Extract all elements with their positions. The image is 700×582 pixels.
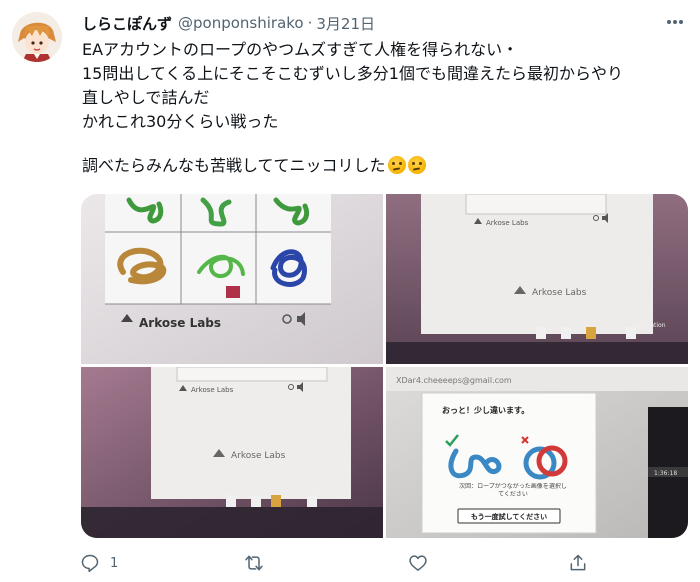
tweet-text: EAアカウントのロープのやつムズすぎて人権を得られない・ 15問出してくる上にそ… <box>82 38 682 178</box>
captcha-note: 次回：ロープがつながった画像を選択してください <box>459 483 567 498</box>
user-handle[interactable]: @ponponshirako <box>178 14 304 32</box>
arkose-labs-label: Arkose Labs <box>139 316 221 330</box>
arkose-labs-label: Arkose Labs <box>231 451 286 461</box>
arkose-labs-small-label: Arkose Labs <box>486 219 529 227</box>
share-button[interactable] <box>568 548 588 578</box>
photo-2[interactable]: Arkose Labs Arkose Labs Application <box>386 194 688 364</box>
retry-button-label: もう一度試してください <box>471 512 547 521</box>
share-icon <box>570 554 586 571</box>
captcha-title: おっと！少し違います。 <box>442 405 529 415</box>
separator-dot: · <box>307 14 313 32</box>
tweet-line: 調べたらみんなも苦戦しててニッコリした <box>82 156 386 175</box>
reply-count: 1 <box>110 555 119 571</box>
tweet-line-last: 調べたらみんなも苦戦しててニッコリした <box>82 154 682 178</box>
photo-1[interactable]: Arkose Labs <box>81 194 383 364</box>
tweet-line: EAアカウントのロープのやつムズすぎて人権を得られない・ <box>82 40 519 59</box>
tweet-header: しらこぽんず @ponponshirako · 3月21日 <box>82 12 684 34</box>
photo-3[interactable]: Arkose Labs Arkose Labs Application <box>81 367 383 538</box>
thinking-face-icon <box>407 156 426 174</box>
avatar[interactable] <box>12 12 62 62</box>
photo-4[interactable]: XDar4.cheeeeps@gmail.com おっと！少し違います。 次回：… <box>386 367 688 538</box>
clock-time: 1:36:18 <box>654 470 677 477</box>
display-name[interactable]: しらこぽんず <box>82 13 172 34</box>
email-text: XDar4.cheeeeps@gmail.com <box>396 376 512 385</box>
avatar-illustration <box>12 12 62 62</box>
application-label: Application <box>632 322 666 329</box>
arkose-labs-small-label: Arkose Labs <box>191 386 234 394</box>
application-label: Application <box>313 488 347 495</box>
reply-button[interactable]: 1 <box>80 548 118 578</box>
tweet-line: 15問出してくる上にそこそこむずいし多分1個でも間違えたら最初からやり <box>82 64 623 83</box>
reply-icon <box>81 554 99 573</box>
more-options-icon[interactable] <box>664 12 686 32</box>
arkose-labs-label: Arkose Labs <box>532 288 587 298</box>
tweet: しらこぽんず @ponponshirako · 3月21日 EAアカウントのロー… <box>0 0 700 582</box>
heart-icon <box>409 555 427 571</box>
tweet-actions: 1 <box>68 548 628 578</box>
tweet-line: 直しやしで詰んだ <box>82 88 210 107</box>
thinking-face-icon <box>387 156 406 174</box>
retweet-icon <box>245 555 263 571</box>
tweet-line: かれこれ30分くらい戦った <box>82 112 279 131</box>
tweet-date[interactable]: 3月21日 <box>316 13 375 34</box>
like-button[interactable] <box>408 548 428 578</box>
retweet-button[interactable] <box>244 548 264 578</box>
media-grid: Arkose Labs Arkose Labs Arkose Labs Appl… <box>81 194 688 538</box>
